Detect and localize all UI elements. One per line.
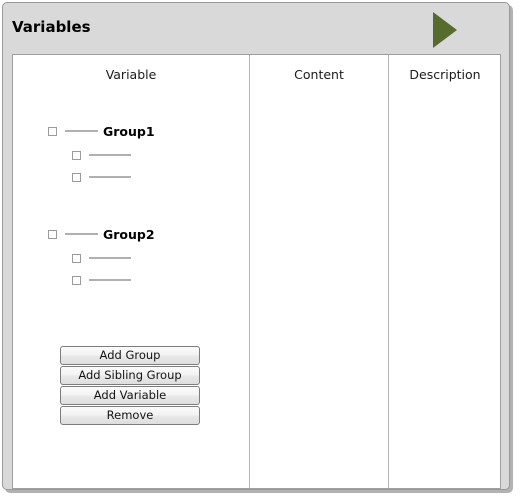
page-title: Variables xyxy=(12,18,91,36)
add-group-button[interactable]: Add Group xyxy=(60,346,200,365)
tree-row[interactable] xyxy=(72,273,131,287)
tree-checkbox-group2-child2[interactable] xyxy=(72,275,81,285)
tree-connector-line xyxy=(89,279,131,281)
column-divider-2 xyxy=(388,55,389,488)
tree-row[interactable] xyxy=(72,170,131,184)
tree-connector-line xyxy=(89,154,131,156)
tree-row[interactable]: Group1 xyxy=(48,123,155,139)
add-variable-button[interactable]: Add Variable xyxy=(60,386,200,405)
tree-connector-line xyxy=(65,233,98,235)
tree-connector-line xyxy=(65,130,98,132)
play-triangle-icon[interactable] xyxy=(433,12,457,48)
tree-connector-line xyxy=(89,176,131,178)
tree-action-buttons: Add Group Add Sibling Group Add Variable… xyxy=(60,346,200,426)
tree-row[interactable]: Group2 xyxy=(48,226,155,242)
tree-checkbox-group1[interactable] xyxy=(48,126,57,136)
remove-button[interactable]: Remove xyxy=(60,406,200,425)
tree-row[interactable] xyxy=(72,251,131,265)
column-header-content: Content xyxy=(294,67,344,82)
tree-label-group2: Group2 xyxy=(103,226,155,242)
variables-table-panel: Variable Content Description Group1 Grou… xyxy=(12,54,501,489)
tree-checkbox-group2-child1[interactable] xyxy=(72,253,81,263)
window-frame: Variables Variable Content Description G… xyxy=(2,2,510,490)
tree-checkbox-group1-child1[interactable] xyxy=(72,150,81,160)
column-header-description: Description xyxy=(409,67,481,82)
column-divider-1 xyxy=(249,55,250,488)
tree-connector-line xyxy=(89,257,131,259)
title-bar: Variables xyxy=(3,3,509,53)
tree-checkbox-group1-child2[interactable] xyxy=(72,172,81,182)
variables-editor-window: Variables Variable Content Description G… xyxy=(0,0,520,500)
tree-row[interactable] xyxy=(72,148,131,162)
add-sibling-group-button[interactable]: Add Sibling Group xyxy=(60,366,200,385)
tree-label-group1: Group1 xyxy=(103,123,155,139)
tree-checkbox-group2[interactable] xyxy=(48,229,57,239)
